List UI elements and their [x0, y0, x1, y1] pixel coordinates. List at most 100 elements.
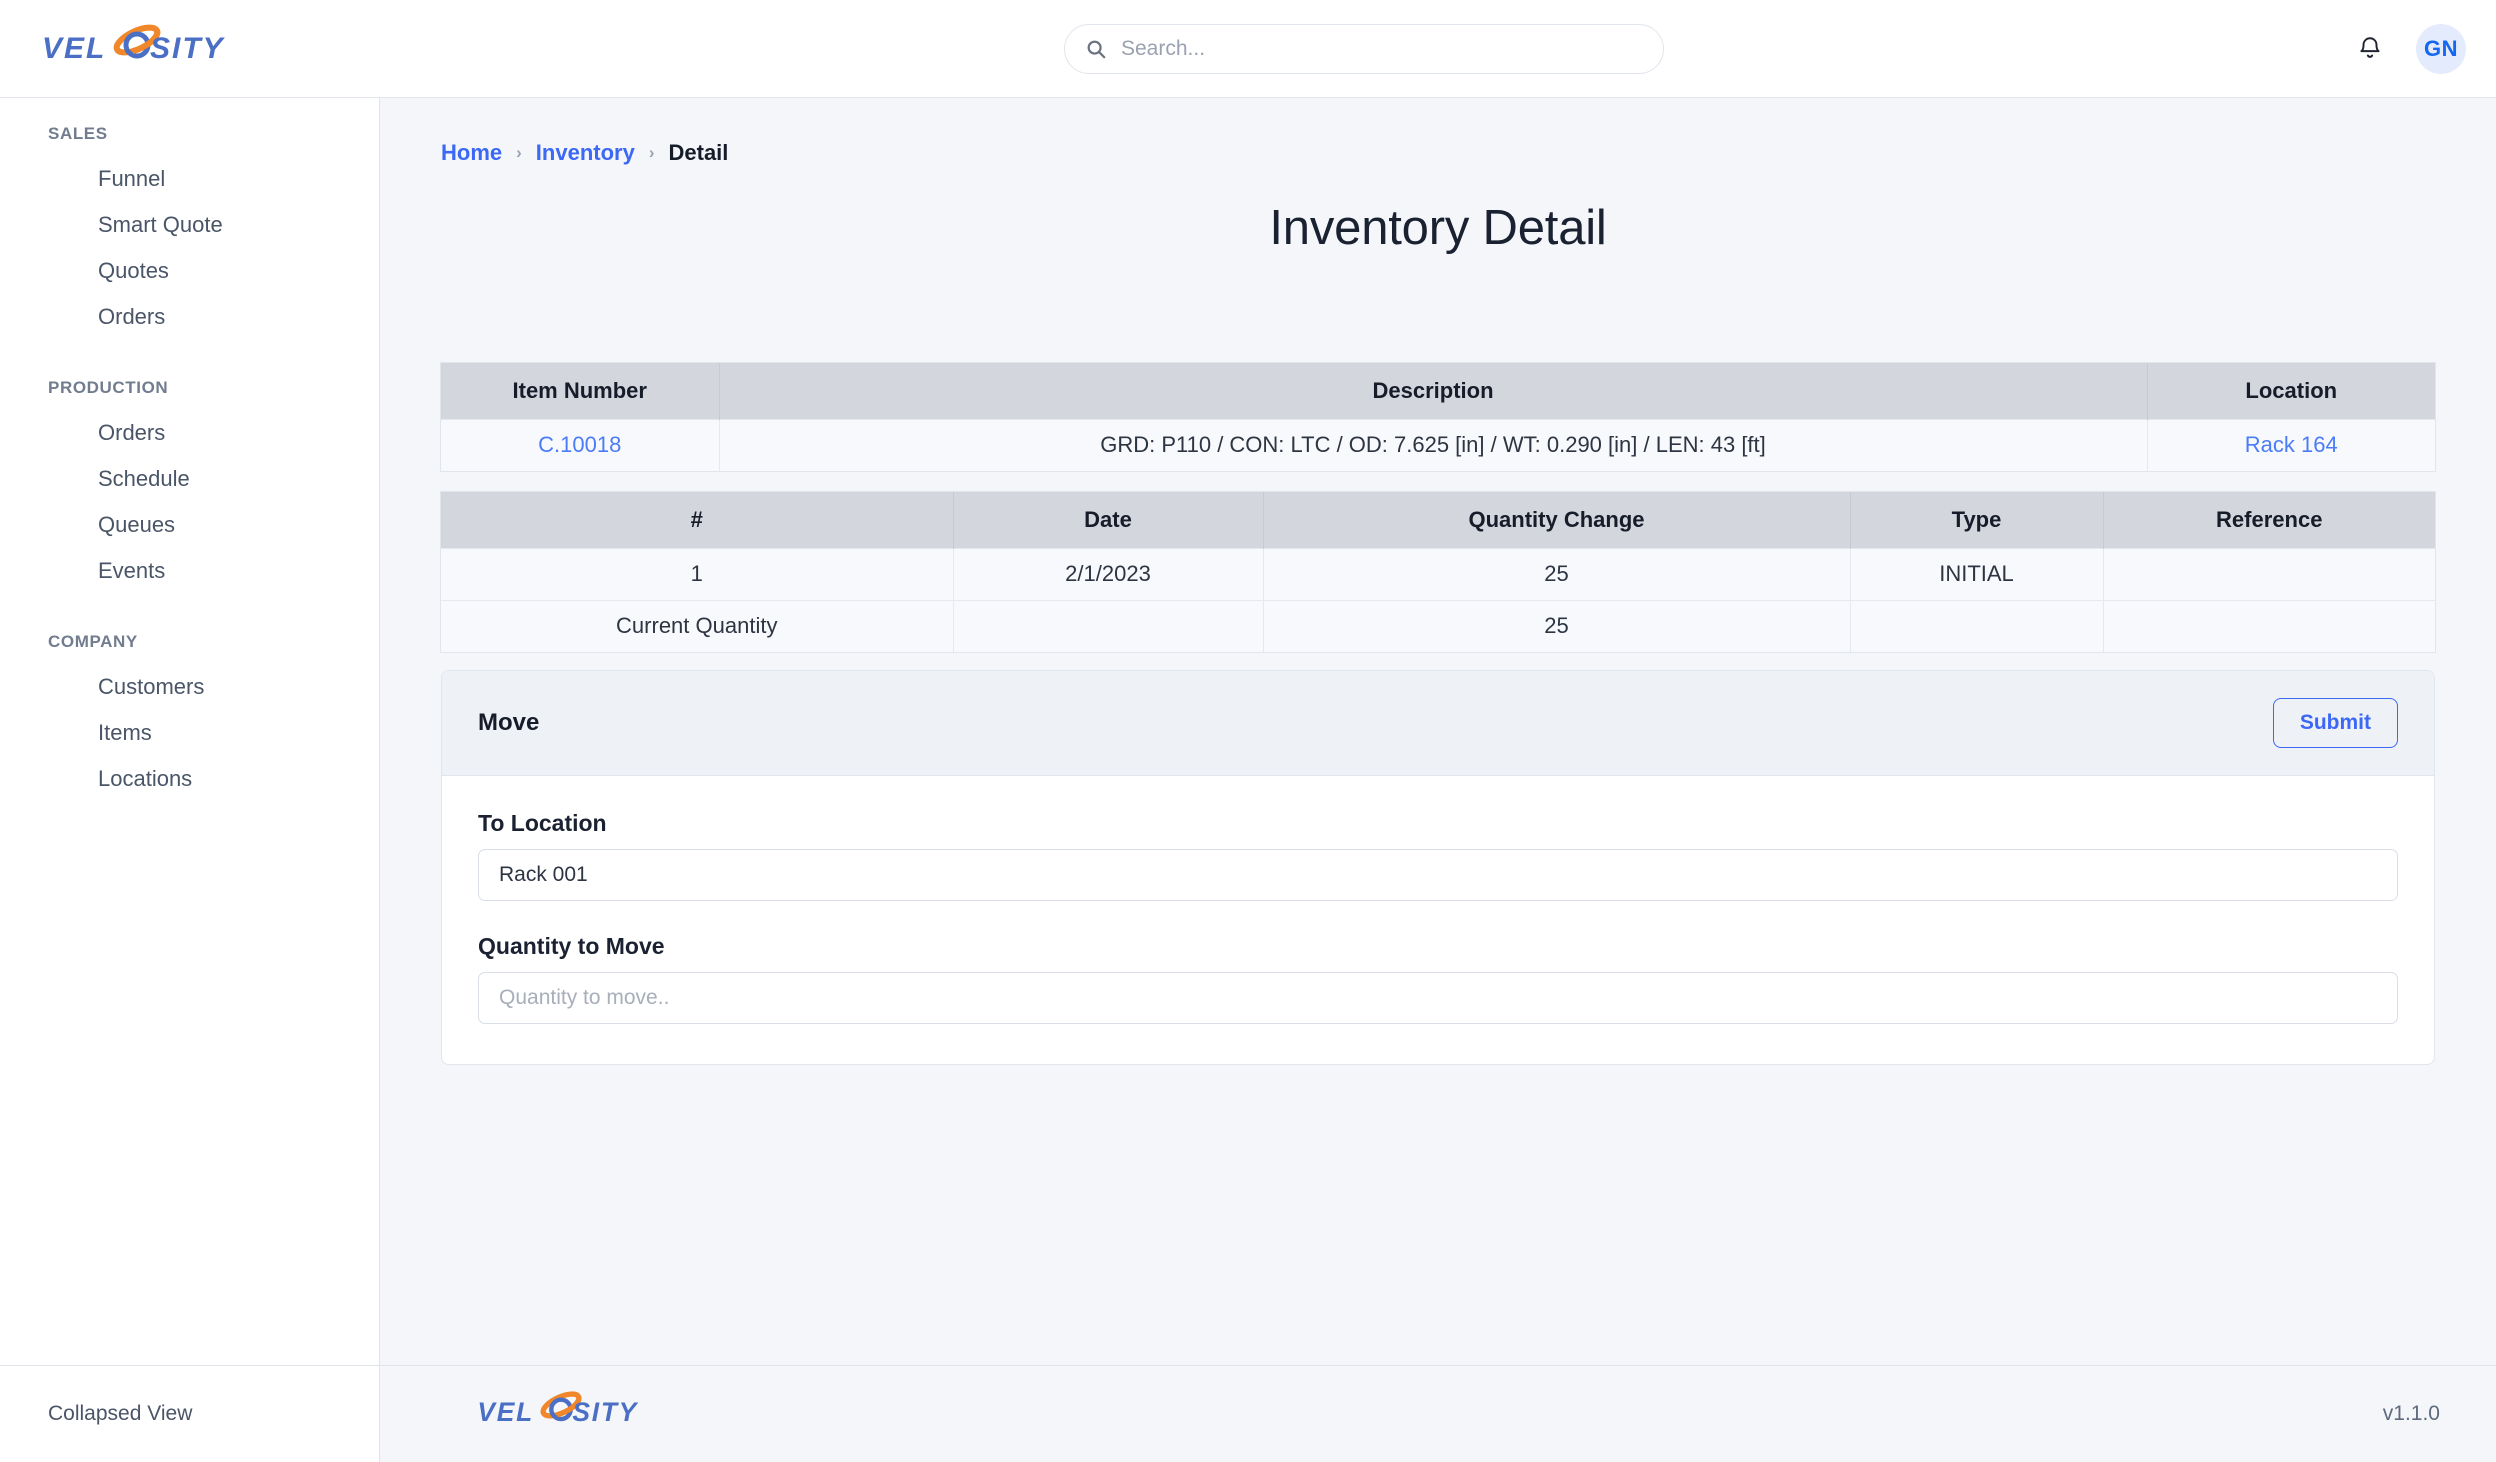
- velosity-logo-icon: VEL SITY: [42, 24, 226, 65]
- cell-number: 1: [441, 547, 954, 600]
- cell-reference: [2103, 547, 2435, 600]
- cell-summary-date: [953, 599, 1264, 652]
- move-card-title: Move: [478, 709, 540, 736]
- cell-summary-type: [1850, 599, 2104, 652]
- column-header-description: Description: [719, 363, 2148, 419]
- breadcrumb: Home › Inventory › Detail: [441, 140, 728, 166]
- svg-text:SITY: SITY: [572, 1396, 638, 1426]
- sidebar-item-events[interactable]: Events: [0, 548, 379, 594]
- cell-current-quantity-value: 25: [1263, 599, 1851, 652]
- submit-button[interactable]: Submit: [2272, 698, 2398, 748]
- table-body: 1 2/1/2023 25 INITIAL Current Quantity 2…: [441, 547, 2435, 652]
- move-card-body: To Location Rack 001 Quantity to Move: [442, 776, 2434, 1064]
- cell-summary-reference: [2103, 599, 2435, 652]
- table-body: C.10018 GRD: P110 / CON: LTC / OD: 7.625…: [441, 418, 2435, 471]
- cell-current-quantity-label: Current Quantity: [441, 599, 954, 652]
- table-row: 1 2/1/2023 25 INITIAL: [441, 547, 2435, 600]
- search-box[interactable]: [1064, 24, 1664, 74]
- sidebar-item-label: Items: [98, 720, 152, 745]
- footer-logo: VEL SITY: [476, 1390, 646, 1439]
- main-content: Home › Inventory › Detail Inventory Deta…: [380, 98, 2496, 1365]
- version-label: v1.1.0: [2382, 1402, 2440, 1425]
- sidebar: SALES Funnel Smart Quote Quotes Orders P…: [0, 98, 380, 1365]
- brand-logo[interactable]: VEL SITY: [42, 18, 242, 78]
- column-header-date: Date: [953, 492, 1264, 548]
- table-head: Item Number Description Location: [441, 363, 2435, 419]
- item-summary-table: Item Number Description Location C.10018…: [441, 363, 2435, 471]
- breadcrumb-item-inventory[interactable]: Inventory: [536, 140, 635, 166]
- sidebar-item-label: Queues: [98, 512, 176, 537]
- sidebar-item-label: Events: [98, 558, 166, 583]
- column-header-number: #: [441, 492, 954, 548]
- location-link[interactable]: Rack 164: [2245, 432, 2338, 457]
- move-card-header: Move Submit: [442, 671, 2434, 776]
- sidebar-group-production: PRODUCTION Orders Schedule Queues Events: [0, 340, 379, 594]
- column-header-location: Location: [2147, 363, 2435, 419]
- svg-text:VEL: VEL: [477, 1396, 534, 1426]
- sidebar-group-label-production: PRODUCTION: [48, 378, 169, 397]
- breadcrumb-item-home[interactable]: Home: [441, 140, 502, 166]
- column-header-item-number: Item Number: [441, 363, 720, 419]
- search-input[interactable]: [1121, 37, 1643, 61]
- avatar[interactable]: GN: [2416, 24, 2466, 74]
- cell-description: GRD: P110 / CON: LTC / OD: 7.625 [in] / …: [719, 418, 2148, 471]
- sidebar-item-label: Orders: [98, 304, 166, 329]
- column-header-quantity-change: Quantity Change: [1263, 492, 1851, 548]
- page-title: Inventory Detail: [1269, 201, 1607, 255]
- sidebar-item-smart-quote[interactable]: Smart Quote: [0, 202, 379, 248]
- sidebar-item-orders-production[interactable]: Orders: [0, 410, 379, 456]
- column-header-type: Type: [1850, 492, 2104, 548]
- sidebar-item-items[interactable]: Items: [0, 710, 379, 756]
- sidebar-group-sales: SALES Funnel Smart Quote Quotes Orders: [0, 98, 379, 340]
- bell-icon: [2360, 37, 2380, 58]
- sidebar-item-schedule[interactable]: Schedule: [0, 456, 379, 502]
- move-card: Move Submit To Location Rack 001 Quantit…: [441, 670, 2435, 1065]
- sidebar-group-label-company: COMPANY: [48, 632, 138, 651]
- sidebar-item-queues[interactable]: Queues: [0, 502, 379, 548]
- svg-text:SITY: SITY: [150, 32, 226, 65]
- breadcrumb-item-detail: Detail: [668, 140, 729, 165]
- velosity-logo-icon: VEL SITY: [477, 1390, 638, 1426]
- svg-text:VEL: VEL: [42, 32, 106, 65]
- cell-quantity-change: 25: [1263, 547, 1851, 600]
- sidebar-item-locations[interactable]: Locations: [0, 756, 379, 802]
- page-footer: VEL SITY v1.1.0: [380, 1365, 2496, 1462]
- cell-type: INITIAL: [1850, 547, 2104, 600]
- sidebar-item-label: Customers: [98, 674, 205, 699]
- inventory-history-table: # Date Quantity Change Type Reference 1 …: [441, 492, 2435, 652]
- topbar-actions: GN: [2350, 20, 2466, 78]
- sidebar-item-funnel[interactable]: Funnel: [0, 156, 379, 202]
- sidebar-footer: Collapsed View: [0, 1365, 380, 1462]
- cell-item-number: C.10018: [441, 418, 720, 471]
- table-header-row: # Date Quantity Change Type Reference: [441, 492, 2435, 548]
- table-header-row: Item Number Description Location: [441, 363, 2435, 419]
- search-icon: [1087, 40, 1106, 59]
- to-location-input[interactable]: Rack 001: [478, 849, 2398, 901]
- top-bar: VEL SITY GN: [0, 0, 2496, 98]
- notifications-button[interactable]: [2350, 29, 2390, 69]
- sidebar-item-label: Quotes: [98, 258, 169, 283]
- sidebar-group-company: COMPANY Customers Items Locations: [0, 594, 379, 802]
- to-location-label: To Location: [478, 810, 607, 836]
- sidebar-item-label: Locations: [98, 766, 193, 791]
- sidebar-item-orders-sales[interactable]: Orders: [0, 294, 379, 340]
- collapsed-view-toggle[interactable]: Collapsed View: [0, 1402, 192, 1426]
- quantity-to-move-input[interactable]: [478, 972, 2398, 1024]
- column-header-reference: Reference: [2103, 492, 2435, 548]
- item-number-link[interactable]: C.10018: [538, 432, 621, 457]
- sidebar-item-label: Orders: [98, 420, 166, 445]
- table-row: C.10018 GRD: P110 / CON: LTC / OD: 7.625…: [441, 418, 2435, 471]
- sidebar-item-label: Funnel: [98, 166, 166, 191]
- quantity-to-move-label: Quantity to Move: [478, 933, 665, 959]
- chevron-right-icon: ›: [516, 143, 522, 162]
- global-search[interactable]: [1064, 24, 1664, 74]
- table-head: # Date Quantity Change Type Reference: [441, 492, 2435, 548]
- sidebar-item-label: Schedule: [98, 466, 190, 491]
- cell-location: Rack 164: [2147, 418, 2435, 471]
- sidebar-group-label-sales: SALES: [48, 124, 108, 143]
- chevron-right-icon: ›: [648, 143, 655, 162]
- sidebar-item-customers[interactable]: Customers: [0, 664, 379, 710]
- sidebar-item-quotes[interactable]: Quotes: [0, 248, 379, 294]
- table-summary-row: Current Quantity 25: [441, 599, 2435, 652]
- sidebar-item-label: Smart Quote: [98, 212, 223, 237]
